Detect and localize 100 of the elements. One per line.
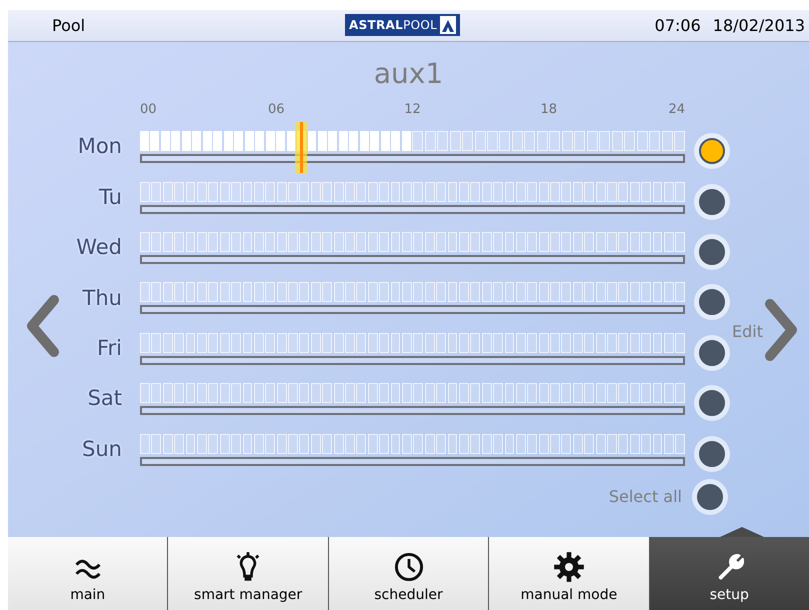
time-slot[interactable] bbox=[196, 383, 207, 404]
select-all-radio[interactable] bbox=[692, 478, 728, 515]
time-slot[interactable] bbox=[413, 332, 424, 353]
time-slot[interactable] bbox=[288, 282, 298, 302]
time-slot[interactable] bbox=[254, 232, 264, 252]
time-slot[interactable] bbox=[652, 182, 662, 202]
time-slot-track[interactable] bbox=[140, 131, 685, 152]
time-slot[interactable] bbox=[151, 434, 162, 454]
time-slot[interactable] bbox=[664, 232, 674, 252]
time-slot[interactable] bbox=[345, 383, 355, 404]
time-slot[interactable] bbox=[607, 282, 617, 302]
time-slot[interactable] bbox=[224, 131, 233, 152]
time-slot[interactable] bbox=[368, 332, 378, 353]
time-slot[interactable] bbox=[202, 131, 212, 152]
time-slot[interactable] bbox=[288, 383, 298, 404]
time-slot[interactable] bbox=[402, 232, 412, 252]
time-slot[interactable] bbox=[572, 282, 583, 302]
time-slot[interactable] bbox=[675, 332, 686, 353]
time-slot[interactable] bbox=[424, 131, 436, 152]
time-slot[interactable] bbox=[538, 434, 549, 454]
time-slot[interactable] bbox=[356, 182, 366, 202]
time-slot[interactable] bbox=[437, 131, 448, 152]
day-radio[interactable] bbox=[694, 385, 730, 422]
time-slot[interactable] bbox=[664, 434, 674, 454]
time-slot[interactable] bbox=[636, 131, 648, 152]
time-slot-track[interactable] bbox=[140, 434, 685, 454]
time-slot[interactable] bbox=[150, 131, 160, 152]
time-slot[interactable] bbox=[607, 434, 617, 454]
time-slot[interactable] bbox=[174, 434, 184, 454]
time-slot[interactable] bbox=[276, 232, 287, 252]
time-slot[interactable] bbox=[561, 332, 572, 353]
time-slot[interactable] bbox=[413, 182, 424, 202]
time-slot[interactable] bbox=[186, 383, 196, 404]
time-slot[interactable] bbox=[550, 232, 560, 252]
time-slot[interactable] bbox=[675, 383, 686, 404]
time-slot[interactable] bbox=[641, 232, 652, 252]
time-slot[interactable] bbox=[186, 434, 196, 454]
time-slot[interactable] bbox=[255, 131, 264, 152]
time-slot[interactable] bbox=[524, 131, 536, 152]
time-slot[interactable] bbox=[572, 383, 583, 404]
time-slot[interactable] bbox=[504, 434, 514, 454]
time-slot[interactable] bbox=[652, 232, 662, 252]
time-slot[interactable] bbox=[186, 182, 196, 202]
day-radio[interactable] bbox=[694, 334, 730, 371]
time-slot[interactable] bbox=[482, 332, 492, 353]
time-slot[interactable] bbox=[368, 383, 378, 404]
time-slot[interactable] bbox=[474, 131, 486, 152]
time-slot[interactable] bbox=[310, 232, 321, 252]
time-slot[interactable] bbox=[390, 332, 400, 353]
time-slot[interactable] bbox=[652, 434, 662, 454]
time-slot[interactable] bbox=[584, 383, 594, 404]
time-slot[interactable] bbox=[208, 282, 218, 302]
time-slot[interactable] bbox=[448, 383, 458, 404]
time-slot[interactable] bbox=[561, 232, 572, 252]
time-slot[interactable] bbox=[288, 434, 298, 454]
time-slot[interactable] bbox=[322, 282, 332, 302]
time-slot[interactable] bbox=[424, 182, 435, 202]
time-slot[interactable] bbox=[607, 182, 617, 202]
time-slot[interactable] bbox=[512, 131, 523, 152]
time-slot[interactable] bbox=[538, 332, 549, 353]
time-slot[interactable] bbox=[368, 434, 378, 454]
time-slot[interactable] bbox=[527, 182, 538, 202]
time-slot[interactable] bbox=[174, 383, 184, 404]
time-slot[interactable] bbox=[482, 282, 492, 302]
time-slot[interactable] bbox=[649, 131, 660, 152]
time-slot[interactable] bbox=[572, 434, 583, 454]
time-slot[interactable] bbox=[584, 182, 594, 202]
time-slot[interactable] bbox=[482, 232, 492, 252]
time-slot[interactable] bbox=[208, 182, 218, 202]
time-slot[interactable] bbox=[286, 131, 296, 152]
time-slot[interactable] bbox=[493, 434, 503, 454]
time-slot[interactable] bbox=[599, 131, 610, 152]
nav-tab[interactable]: smart manager bbox=[167, 537, 328, 610]
time-slot[interactable] bbox=[516, 434, 526, 454]
time-slot[interactable] bbox=[140, 232, 150, 252]
time-slot[interactable] bbox=[310, 182, 321, 202]
time-slot[interactable] bbox=[334, 383, 344, 404]
time-slot[interactable] bbox=[630, 182, 640, 202]
time-slot[interactable] bbox=[231, 282, 242, 302]
time-slot[interactable] bbox=[390, 434, 400, 454]
time-slot[interactable] bbox=[265, 434, 276, 454]
time-slot[interactable] bbox=[208, 383, 218, 404]
time-slot[interactable] bbox=[527, 332, 538, 353]
time-slot[interactable] bbox=[596, 434, 606, 454]
time-slot[interactable] bbox=[470, 332, 480, 353]
time-slot[interactable] bbox=[470, 383, 480, 404]
time-slot[interactable] bbox=[162, 232, 173, 252]
time-slot[interactable] bbox=[549, 131, 560, 152]
time-slot[interactable] bbox=[356, 232, 366, 252]
time-slot[interactable] bbox=[436, 332, 446, 353]
time-slot[interactable] bbox=[345, 182, 355, 202]
time-slot[interactable] bbox=[641, 332, 652, 353]
time-slot[interactable] bbox=[308, 131, 316, 152]
time-slot[interactable] bbox=[641, 182, 652, 202]
time-slot[interactable] bbox=[561, 282, 572, 302]
time-slot[interactable] bbox=[596, 332, 606, 353]
time-slot[interactable] bbox=[334, 282, 344, 302]
time-slot[interactable] bbox=[390, 232, 400, 252]
time-slot[interactable] bbox=[402, 434, 412, 454]
time-slot[interactable] bbox=[630, 282, 640, 302]
